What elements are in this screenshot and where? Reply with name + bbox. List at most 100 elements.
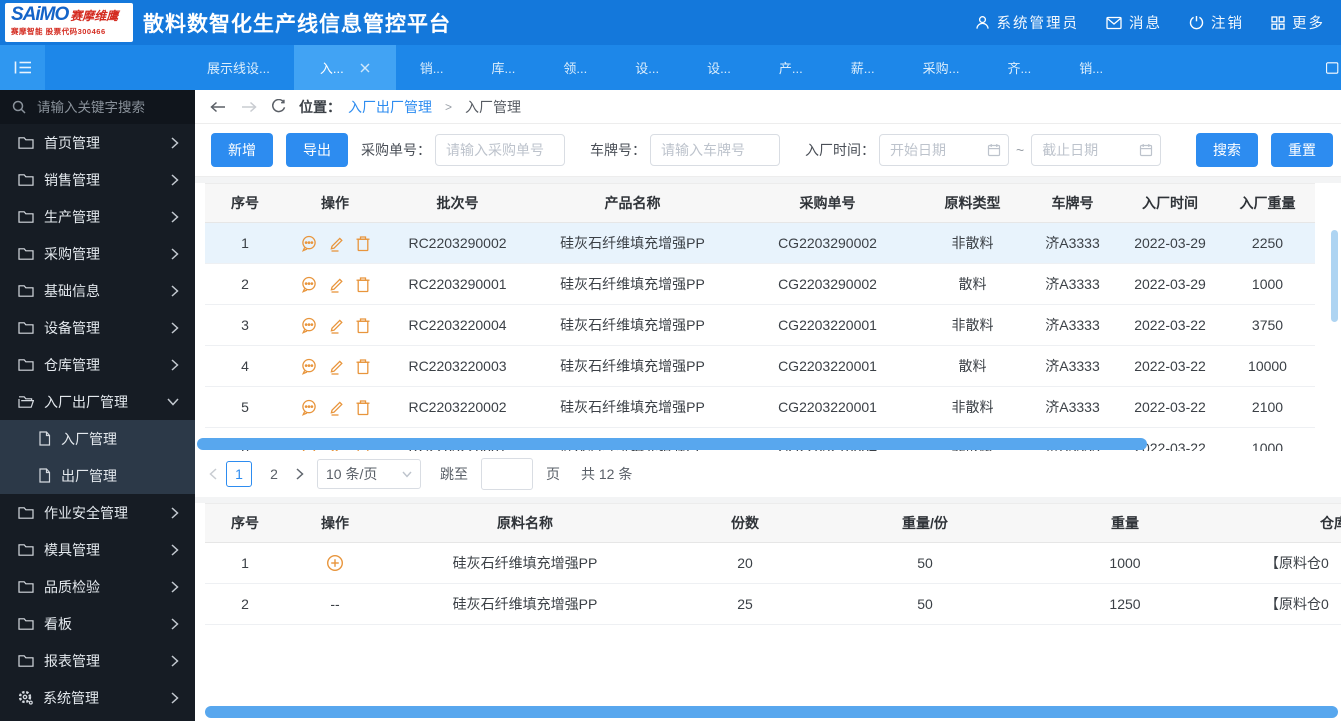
top-header: SAiMO 赛摩维鹰 赛摩智能 股票代码300466 散料数智化生产线信息管控平… (0, 0, 1341, 45)
breadcrumb-parent-link[interactable]: 入厂出厂管理 (348, 97, 432, 117)
tab-bar: 展示线设... 入... 销... 库... 领... 设... 设... 产.… (0, 45, 1341, 90)
sidebar-item-warehouse[interactable]: 仓库管理 (0, 346, 195, 383)
next-page-icon[interactable] (296, 468, 304, 480)
tab-7[interactable]: 产... (755, 45, 827, 90)
edit-icon[interactable] (328, 276, 345, 293)
folder-open-icon (18, 395, 34, 408)
tab-6[interactable]: 设... (683, 45, 755, 90)
message-icon[interactable] (300, 276, 318, 293)
folder-icon (18, 210, 34, 223)
sidebar-item-reports[interactable]: 报表管理 (0, 642, 195, 679)
page-button-1[interactable]: 1 (226, 461, 252, 487)
calendar-icon[interactable] (1139, 143, 1153, 157)
folder-icon (18, 580, 34, 593)
menu-collapse-icon (13, 59, 33, 76)
sidebar-item-entry-exit[interactable]: 入厂出厂管理 (0, 383, 195, 420)
tab-4[interactable]: 领... (539, 45, 611, 90)
chevron-right-icon (171, 211, 179, 223)
entry-records-table: 序号 操作 批次号 产品名称 采购单号 原料类型 车牌号 入厂时间 入厂重量 1… (205, 183, 1315, 451)
sidebar-item-basic-info[interactable]: 基础信息 (0, 272, 195, 309)
edit-icon[interactable] (328, 358, 345, 375)
sidebar-item-quality[interactable]: 品质检验 (0, 568, 195, 605)
export-button[interactable]: 导出 (286, 133, 348, 167)
tab-5[interactable]: 设... (611, 45, 683, 90)
chevron-right-icon (171, 137, 179, 149)
edit-icon[interactable] (328, 399, 345, 416)
sidebar-search-input[interactable] (35, 99, 179, 116)
table-row[interactable]: 4 RC2203220003 硅灰石纤维填充增强PP CG2203220001 … (205, 346, 1315, 387)
message-icon[interactable] (300, 235, 318, 252)
sidebar-item-exit-mgmt[interactable]: 出厂管理 (0, 457, 195, 494)
table-row[interactable]: 2 RC2203290001 硅灰石纤维填充增强PP CG2203290002 … (205, 264, 1315, 305)
no-action-placeholder: -- (285, 584, 385, 625)
tab-8[interactable]: 薪... (827, 45, 899, 90)
more-button[interactable]: 更多 (1271, 12, 1325, 33)
sidebar-item-sales[interactable]: 销售管理 (0, 161, 195, 198)
col-batch-no: 批次号 (385, 184, 530, 223)
sidebar-item-system[interactable]: 系统管理 (0, 679, 195, 716)
sidebar-item-work-safety[interactable]: 作业安全管理 (0, 494, 195, 531)
delete-icon[interactable] (355, 399, 371, 416)
table-header-row: 序号 操作 批次号 产品名称 采购单号 原料类型 车牌号 入厂时间 入厂重量 (205, 184, 1315, 223)
detail-row[interactable]: 1 硅灰石纤维填充增强PP 20 50 1000 【原料仓0 (205, 543, 1341, 584)
col-warehouse: 仓库 (1225, 504, 1341, 543)
tab-2[interactable]: 销... (396, 45, 468, 90)
horizontal-scrollbar[interactable] (197, 438, 1147, 450)
entry-exit-submenu: 入厂管理 出厂管理 (0, 420, 195, 494)
sidebar-collapse-button[interactable] (0, 45, 45, 90)
page-button-2[interactable]: 2 (261, 461, 287, 487)
delete-icon[interactable] (355, 276, 371, 293)
bottom-horizontal-scrollbar[interactable] (205, 706, 1338, 718)
plus-circle-icon[interactable] (326, 554, 344, 572)
edit-icon[interactable] (328, 317, 345, 334)
forward-arrow-icon[interactable] (240, 101, 258, 113)
vertical-scrollbar[interactable] (1331, 230, 1338, 322)
col-purchase-no: 采购单号 (735, 184, 920, 223)
delete-icon[interactable] (355, 235, 371, 252)
sidebar-item-home[interactable]: 首页管理 (0, 124, 195, 161)
delete-icon[interactable] (355, 358, 371, 375)
jump-page-input[interactable] (481, 458, 533, 490)
plate-no-input[interactable] (650, 134, 780, 166)
chevron-down-icon (402, 471, 412, 478)
delete-icon[interactable] (355, 317, 371, 334)
table-row[interactable]: 3 RC2203220004 硅灰石纤维填充增强PP CG2203220001 … (205, 305, 1315, 346)
close-tab-icon[interactable] (360, 63, 370, 73)
message-icon[interactable] (300, 317, 318, 334)
filter-toolbar: 新增 导出 采购单号： 车牌号： 入厂时间： ~ 搜索 重置 (195, 124, 1341, 177)
breadcrumb-location-label: 位置： (299, 97, 341, 117)
table-row[interactable]: 1 RC2203290002 硅灰石纤维填充增强PP CG2203290002 … (205, 223, 1315, 264)
user-menu[interactable]: 系统管理员 (975, 12, 1080, 33)
tab-11[interactable]: 销... (1055, 45, 1127, 90)
table-row[interactable]: 5 RC2203220002 硅灰石纤维填充增强PP CG2203220001 … (205, 387, 1315, 428)
folder-icon (18, 654, 34, 667)
message-icon[interactable] (300, 399, 318, 416)
logout-button[interactable]: 注销 (1189, 12, 1244, 33)
edit-icon[interactable] (328, 235, 345, 252)
tab-9[interactable]: 采购... (899, 45, 984, 90)
tab-10[interactable]: 齐... (983, 45, 1055, 90)
sidebar-item-mold[interactable]: 模具管理 (0, 531, 195, 568)
tab-1-active[interactable]: 入... (294, 45, 396, 90)
sidebar-item-production[interactable]: 生产管理 (0, 198, 195, 235)
page-size-select[interactable]: 10 条/页 (317, 459, 421, 489)
prev-page-icon[interactable] (209, 468, 217, 480)
messages-button[interactable]: 消息 (1106, 12, 1162, 33)
tab-0[interactable]: 展示线设... (183, 45, 294, 90)
back-arrow-icon[interactable] (209, 101, 227, 113)
refresh-icon[interactable] (271, 99, 286, 114)
tab-3[interactable]: 库... (468, 45, 540, 90)
sidebar-item-equipment[interactable]: 设备管理 (0, 309, 195, 346)
sidebar-item-purchasing[interactable]: 采购管理 (0, 235, 195, 272)
logout-icon (1189, 15, 1204, 30)
detail-row[interactable]: 2 -- 硅灰石纤维填充增强PP 25 50 1250 【原料仓0 (205, 584, 1341, 625)
reset-button[interactable]: 重置 (1271, 133, 1333, 167)
search-button[interactable]: 搜索 (1196, 133, 1258, 167)
message-icon[interactable] (300, 358, 318, 375)
sidebar-item-kanban[interactable]: 看板 (0, 605, 195, 642)
add-button[interactable]: 新增 (211, 133, 273, 167)
sidebar-item-entry-mgmt[interactable]: 入厂管理 (0, 420, 195, 457)
purchase-no-input[interactable] (435, 134, 565, 166)
calendar-icon[interactable] (987, 143, 1001, 157)
partial-tab-icon[interactable] (1325, 45, 1341, 90)
